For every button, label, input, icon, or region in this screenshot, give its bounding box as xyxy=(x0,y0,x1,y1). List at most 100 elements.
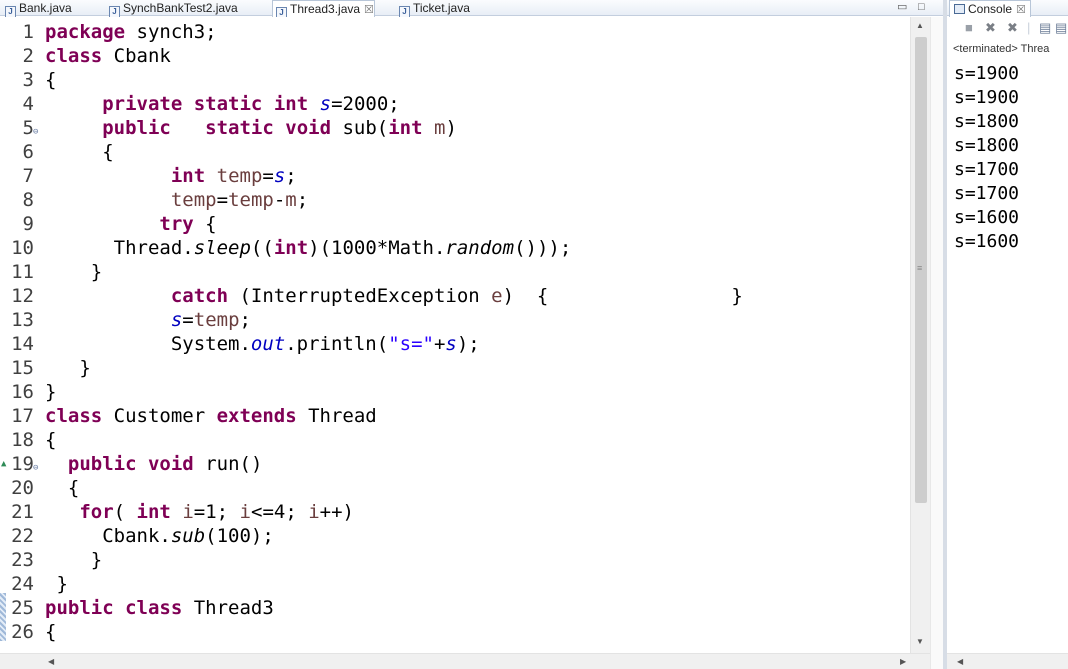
code-line: 3{ xyxy=(0,68,930,92)
console-line: s=1800 xyxy=(954,135,1020,156)
code-line: 20 { xyxy=(0,476,930,500)
scroll-thumb[interactable] xyxy=(915,37,927,503)
overview-ruler[interactable] xyxy=(930,17,943,669)
console-toolbar: ■ ✖ ✖ | ▤ ▤ xyxy=(947,18,1068,40)
line-number: 10 xyxy=(11,237,34,259)
tab-ticket-java[interactable]: J Ticket.java xyxy=(396,0,470,18)
code-text: class Cbank xyxy=(45,44,171,68)
line-number: 2 xyxy=(22,45,34,67)
code-text: catch (InterruptedException e) { } xyxy=(45,284,743,308)
clear-console-icon[interactable]: ▤ xyxy=(1055,20,1067,36)
code-text: } xyxy=(45,356,91,380)
code-text: package synch3; xyxy=(45,20,217,44)
tab-label: SynchBankTest2.java xyxy=(123,1,238,15)
tab-label: Bank.java xyxy=(19,1,72,15)
scroll-right-icon[interactable]: ▶ xyxy=(900,657,906,666)
line-number: 18 xyxy=(11,429,34,451)
code-token: = xyxy=(216,189,229,211)
tab-synchbanktest2-java[interactable]: J SynchBankTest2.java xyxy=(106,0,238,18)
line-number: 14 xyxy=(11,333,34,355)
remove-launch-icon[interactable]: ✖ xyxy=(985,20,996,36)
code-token: { xyxy=(193,213,217,235)
tab-thread3-java[interactable]: J Thread3.java ☒ xyxy=(272,0,375,19)
console-tab-label: Console xyxy=(968,2,1013,16)
line-number: 6 xyxy=(22,141,34,163)
code-editor[interactable]: 1 package synch3; 2 class Cbank 3{4 private … xyxy=(0,17,930,653)
code-line: 17 class Customer extends Thread xyxy=(0,404,930,428)
line-number: 7 xyxy=(22,165,34,187)
pin-icon[interactable]: ▤ xyxy=(1039,20,1051,36)
console-line: s=1700 xyxy=(954,159,1020,180)
code-line: 8 temp=temp-m; xyxy=(0,188,930,212)
code-token: catch xyxy=(170,285,229,307)
code-token: sleep xyxy=(193,237,251,259)
remove-all-icon[interactable]: ✖ xyxy=(1007,20,1018,36)
code-token: ( xyxy=(113,501,137,523)
code-token: public xyxy=(67,453,137,475)
code-token: } xyxy=(45,549,103,571)
minimize-icon[interactable]: ▭ xyxy=(897,0,907,14)
code-token: class xyxy=(45,45,103,67)
code-token: } xyxy=(45,381,57,403)
console-horizontal-scrollbar[interactable]: ◀ xyxy=(947,653,1068,669)
maximize-icon[interactable]: □ xyxy=(918,0,925,14)
code-text: for( int i=1; i<=4; i++) xyxy=(45,500,354,524)
scroll-left-icon[interactable]: ◀ xyxy=(957,657,963,666)
code-line: 13 s=temp; xyxy=(0,308,930,332)
code-token: } xyxy=(45,261,103,283)
editor-horizontal-scrollbar[interactable]: ◀ ▶ xyxy=(0,653,930,669)
tab-bank-java[interactable]: J Bank.java xyxy=(2,0,72,18)
code-text: try { xyxy=(45,212,217,236)
stop-icon[interactable]: ■ xyxy=(965,20,973,35)
editor-vertical-scrollbar[interactable]: ▲ ▼ xyxy=(910,17,930,653)
console-status: <terminated> Threa xyxy=(953,43,1050,55)
code-line: 25 public class Thread3 xyxy=(0,596,930,620)
line-number: 15 xyxy=(11,357,34,379)
code-line: 10 Thread.sleep((int)(1000*Math.random()… xyxy=(0,236,930,260)
code-token: try xyxy=(159,213,194,235)
code-token: public xyxy=(102,117,171,139)
code-text: class Customer extends Thread xyxy=(45,404,377,428)
code-text: { xyxy=(45,428,56,452)
code-token: = xyxy=(182,309,194,331)
code-token: void xyxy=(285,117,332,139)
scroll-left-icon[interactable]: ◀ xyxy=(48,657,54,666)
code-token: { xyxy=(45,141,114,163)
code-token: ) { } xyxy=(502,285,743,307)
code-line: 11 } xyxy=(0,260,930,284)
close-icon[interactable]: ☒ xyxy=(1016,4,1026,16)
code-text: { xyxy=(45,68,56,92)
code-token: s xyxy=(273,165,286,187)
code-token: } xyxy=(45,357,91,379)
code-token: Thread. xyxy=(45,237,194,259)
line-number: 22 xyxy=(11,525,34,547)
code-token: ; xyxy=(296,189,309,211)
scroll-up-icon[interactable]: ▲ xyxy=(916,21,924,30)
code-token: - xyxy=(273,189,286,211)
code-token: i xyxy=(308,501,320,523)
scroll-down-icon[interactable]: ▼ xyxy=(916,637,924,646)
toolbar-separator: | xyxy=(1027,20,1031,35)
editor-tab-bar: J Bank.java J SynchBankTest2.java J Thread3… xyxy=(0,0,943,19)
code-line: 5 ⊖ public static void sub(int m) xyxy=(0,116,930,140)
code-token: temp xyxy=(228,189,274,211)
code-text: } xyxy=(45,572,67,596)
code-token: private xyxy=(102,93,183,115)
code-token: (100); xyxy=(205,525,274,547)
code-line: 15 } xyxy=(0,356,930,380)
code-line: 22 Cbank.sub(100); xyxy=(0,524,930,548)
code-token: ++) xyxy=(319,501,354,523)
code-text: Thread.sleep((int)(1000*Math.random())); xyxy=(45,236,572,260)
code-token: static xyxy=(205,117,274,139)
override-marker-icon: ▲ xyxy=(1,459,7,469)
close-icon[interactable]: ☒ xyxy=(364,4,374,16)
tab-console[interactable]: Console ☒ xyxy=(949,0,1031,17)
code-token: random xyxy=(445,237,515,259)
